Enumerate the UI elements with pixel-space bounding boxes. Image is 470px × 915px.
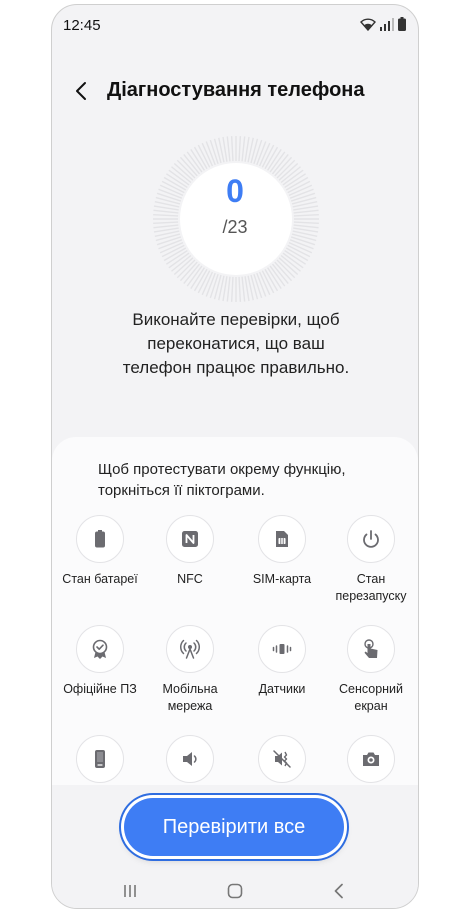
progress-tick (209, 139, 219, 165)
test-icon-circle (76, 735, 124, 783)
touch-screen-icon (364, 639, 378, 658)
status-bar: 12:45 (52, 5, 418, 43)
progress-tick (238, 136, 242, 162)
test-icon-circle (258, 515, 306, 563)
vibration-mute-icon (273, 750, 291, 768)
battery-icon (95, 530, 105, 548)
progress-tick (241, 276, 246, 302)
camera-icon (363, 752, 379, 766)
bottom-area: Перевірити все (52, 785, 418, 908)
page-header: Діагностування телефона (52, 71, 418, 111)
recent-apps-icon[interactable] (120, 881, 140, 901)
test-restart[interactable]: Стан перезапуску (325, 515, 417, 605)
tests-card: Щоб протестувати окрему функцію, торкніт… (52, 437, 418, 797)
test-icon-circle (258, 735, 306, 783)
completed-count: 0 (226, 173, 244, 209)
test-label: Мобільна мережа (162, 682, 218, 713)
nfc-icon (182, 531, 198, 547)
progress-tick (230, 136, 234, 162)
progress-tick (230, 276, 234, 302)
official-software-icon (92, 639, 108, 659)
test-icon-circle (347, 735, 395, 783)
phone-frame: 12:45 Діагностування телефона 0 /23 Вико… (51, 4, 419, 909)
test-label: Офіційне ПЗ (63, 682, 137, 696)
test-icon-circle (166, 515, 214, 563)
progress-tick (290, 236, 316, 246)
test-battery[interactable]: Стан батареї (54, 515, 146, 588)
progress-tick (241, 136, 246, 162)
intro-text: Виконайте перевірки, щоб переконатися, щ… (122, 310, 350, 377)
test-icon-circle (166, 735, 214, 783)
test-icon-circle (347, 625, 395, 673)
test-sensors[interactable]: Датчики (236, 625, 328, 698)
test-icon-circle (76, 515, 124, 563)
status-icons (360, 17, 406, 31)
progress-tick (253, 273, 263, 299)
test-label: SIM-карта (252, 572, 312, 586)
test-official-software[interactable]: Офіційне ПЗ (54, 625, 146, 698)
total-count: /23 (222, 217, 248, 237)
battery-status-icon (398, 17, 406, 31)
progress-tick (209, 273, 219, 299)
restart-icon (363, 530, 379, 548)
phone-icon (95, 750, 105, 768)
test-label: NFC (177, 572, 203, 586)
progress-tick (253, 139, 263, 165)
progress-tick (153, 209, 179, 214)
test-touch-screen[interactable]: Сенсорний екран (325, 625, 417, 715)
check-all-button[interactable]: Перевірити все (124, 798, 344, 856)
progress-tick (238, 276, 242, 302)
test-speaker[interactable] (144, 735, 236, 791)
wifi-icon (360, 17, 376, 31)
progress-tick (226, 276, 231, 302)
back-icon[interactable] (70, 79, 94, 103)
signal-icon (380, 17, 394, 31)
progress-tick (293, 213, 319, 217)
test-camera[interactable] (325, 735, 417, 791)
progress-tick (226, 136, 231, 162)
test-icon-circle (258, 625, 306, 673)
home-icon[interactable] (225, 881, 245, 901)
sim-card-icon (276, 531, 288, 547)
progress-tick (153, 213, 179, 217)
test-vibration[interactable] (236, 735, 328, 791)
navigation-bar (52, 881, 418, 901)
test-icon-circle (166, 625, 214, 673)
test-label: Сенсорний екран (338, 682, 404, 713)
test-nfc[interactable]: NFC (144, 515, 236, 588)
test-mobile-network[interactable]: Мобільна мережа (144, 625, 236, 715)
back-nav-icon[interactable] (329, 881, 349, 901)
page-title: Діагностування телефона (107, 79, 365, 101)
test-icon-circle (347, 515, 395, 563)
test-label: Стан перезапуску (335, 572, 407, 603)
progress-tick (293, 209, 319, 214)
test-sim[interactable]: SIM-карта (236, 515, 328, 588)
mobile-network-icon (179, 639, 201, 659)
progress-tick (156, 236, 182, 246)
test-phone[interactable] (54, 735, 146, 791)
test-icon-circle (76, 625, 124, 673)
test-label: Стан батареї (62, 572, 138, 586)
status-time: 12:45 (63, 17, 101, 34)
hint-text: Щоб протестувати окрему функцію, торкніт… (98, 461, 346, 499)
speaker-icon (183, 752, 197, 766)
test-label: Датчики (258, 682, 306, 696)
sensors-icon (272, 644, 292, 654)
